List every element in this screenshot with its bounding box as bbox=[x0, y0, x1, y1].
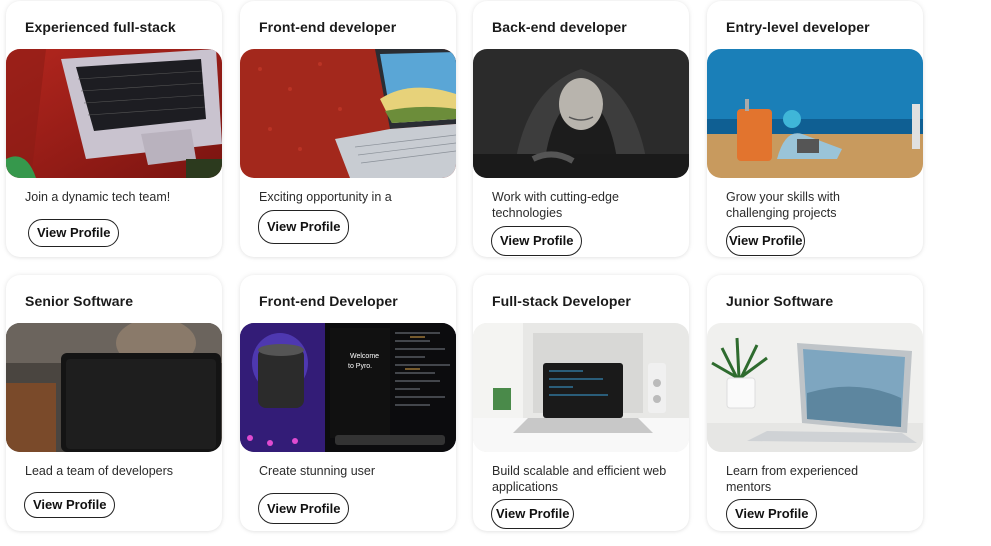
laptop-on-red-surface-image bbox=[240, 49, 456, 178]
card-description: Build scalable and efficient web applica… bbox=[492, 464, 667, 494]
card-title: Back-end developer bbox=[492, 19, 627, 35]
card-description: Work with cutting-edge technologies bbox=[492, 190, 619, 220]
card-title: Entry-level developer bbox=[726, 19, 870, 35]
view-profile-button[interactable]: View Profile bbox=[726, 499, 818, 529]
card-image bbox=[707, 49, 923, 178]
view-profile-button[interactable]: View Profile bbox=[28, 219, 120, 247]
card-description: Lead a team of developers bbox=[25, 464, 174, 478]
job-card: Senior Software Lead a team of developer… bbox=[6, 275, 222, 531]
card-title: Front-end developer bbox=[259, 19, 397, 35]
card-image bbox=[240, 49, 456, 178]
card-image bbox=[473, 323, 689, 452]
card-title: Senior Software bbox=[25, 293, 134, 309]
laptop-on-red-desk-image bbox=[6, 49, 222, 178]
code-editor-screen-neon-image: Welcome to Pyro. bbox=[240, 323, 456, 452]
job-card: Experienced full-stack Join a dynamic te… bbox=[6, 1, 222, 257]
screen-welcome-text: Welcome bbox=[350, 353, 379, 360]
job-card: Entry-level developer Grow your skills w… bbox=[707, 1, 923, 257]
card-description: Create stunning user bbox=[259, 464, 376, 478]
hooded-hacker-mask-image bbox=[473, 49, 689, 178]
person-behind-laptop-image bbox=[6, 323, 222, 452]
card-title: Full-stack Developer bbox=[492, 293, 631, 309]
job-card: Back-end developer Work with cutting-edg… bbox=[473, 1, 689, 257]
card-description: Join a dynamic tech team! bbox=[25, 190, 171, 204]
card-image: Welcome to Pyro. bbox=[240, 323, 456, 452]
view-profile-button[interactable]: View Profile bbox=[258, 493, 350, 524]
laptop-code-white-desk-image bbox=[473, 323, 689, 452]
view-profile-button[interactable]: View Profile bbox=[258, 210, 350, 244]
view-profile-button[interactable]: View Profile bbox=[491, 226, 583, 256]
card-image bbox=[6, 49, 222, 178]
card-description: Learn from experienced mentors bbox=[726, 464, 859, 494]
macbook-with-plant-image bbox=[707, 323, 923, 452]
view-profile-button[interactable]: View Profile bbox=[491, 499, 575, 529]
card-image bbox=[707, 323, 923, 452]
view-profile-button[interactable]: View Profile bbox=[24, 492, 116, 518]
card-image bbox=[473, 49, 689, 178]
card-image bbox=[6, 323, 222, 452]
job-card: Front-end Developer Welcome to Pyro. Cre… bbox=[240, 275, 456, 531]
card-title: Experienced full-stack bbox=[25, 19, 176, 35]
job-card: Full-stack Developer Build scalable and … bbox=[473, 275, 689, 531]
view-profile-button[interactable]: View Profile bbox=[726, 226, 806, 256]
job-card: Front-end developer Exciting opportunity… bbox=[240, 1, 456, 257]
screen-to-text: to Pyro. bbox=[348, 363, 372, 370]
card-title: Junior Software bbox=[726, 293, 834, 309]
job-card: Junior Software Learn from experienced m… bbox=[707, 275, 923, 531]
card-description: Exciting opportunity in a bbox=[259, 190, 392, 204]
card-title: Front-end Developer bbox=[259, 293, 398, 309]
laptop-on-beach-image bbox=[707, 49, 923, 178]
card-description: Grow your skills with challenging projec… bbox=[726, 190, 840, 220]
